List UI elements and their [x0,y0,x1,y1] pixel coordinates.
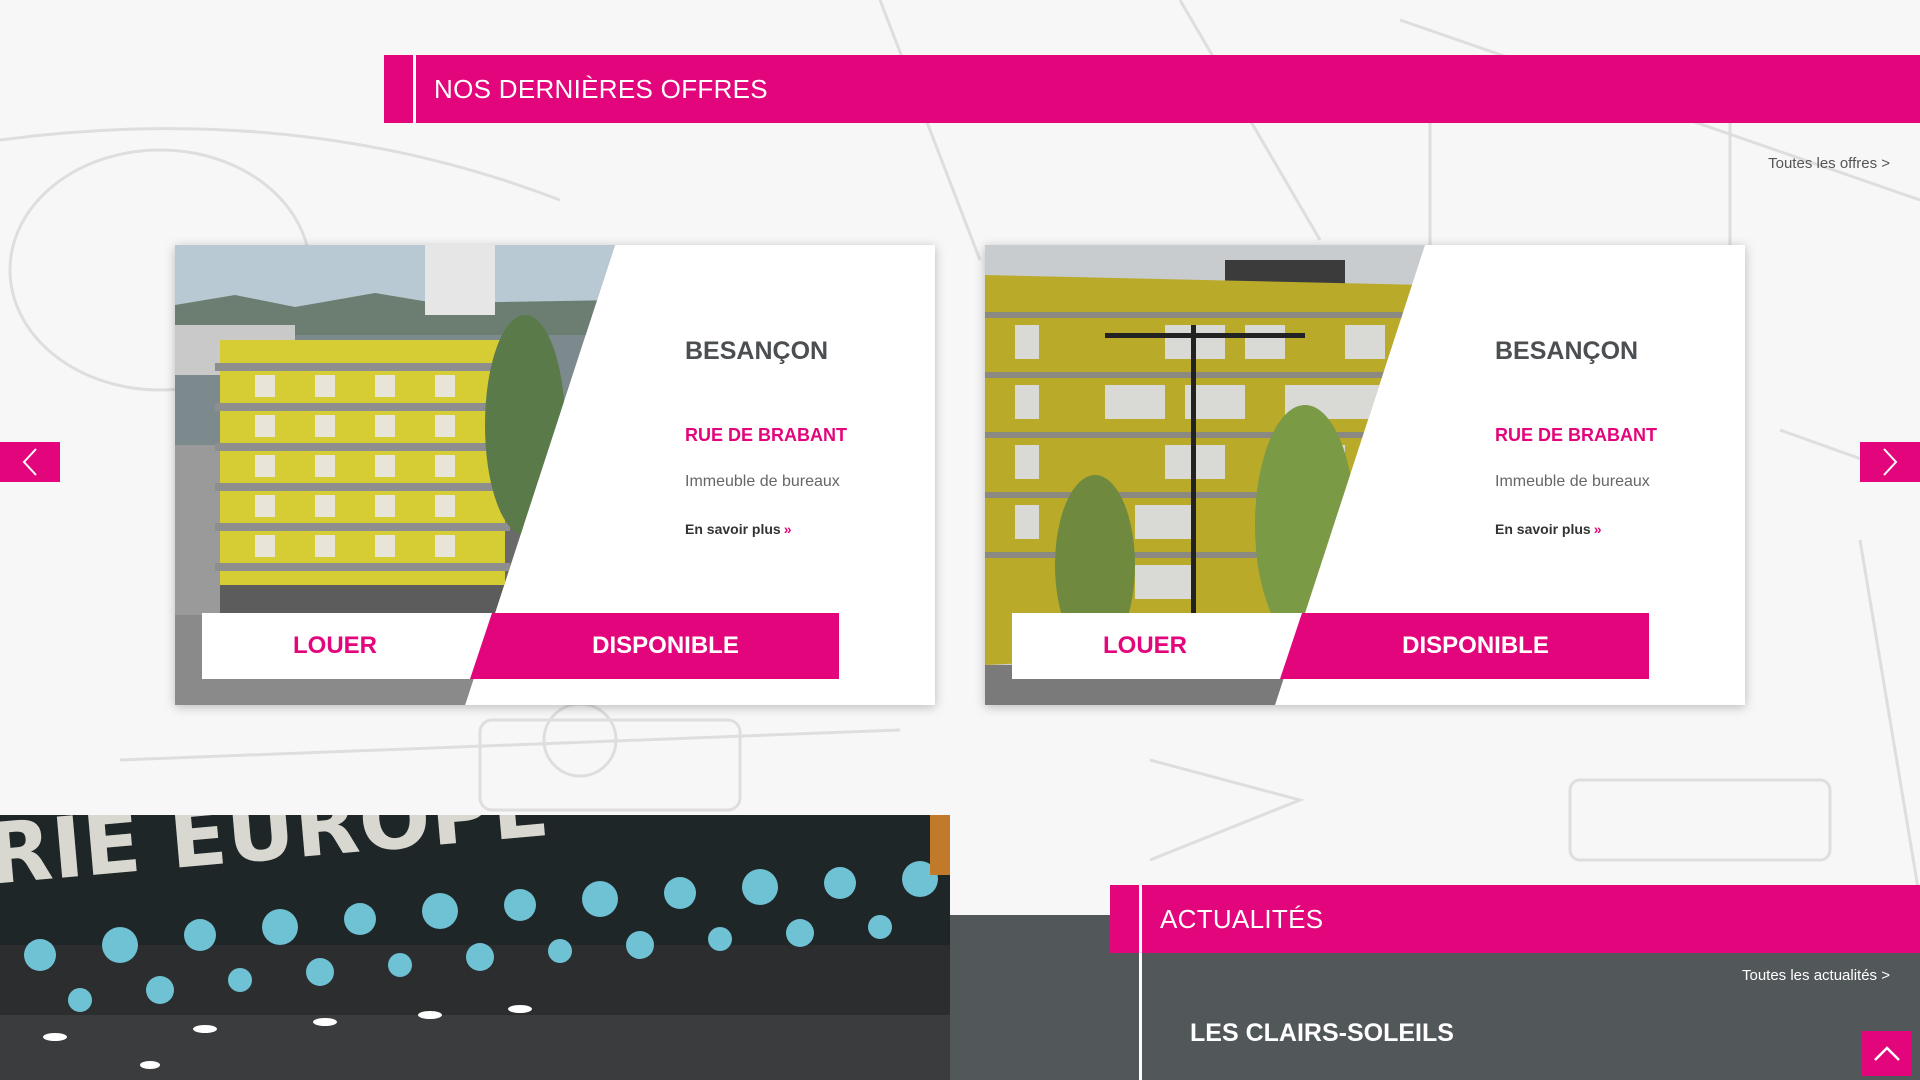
offer-street: RUE DE BRABANT [1495,425,1657,445]
offer-type: Immeuble de bureaux [685,473,840,490]
chevron-right-icon [1883,448,1898,476]
read-more-link[interactable]: En savoir plus» [685,521,792,537]
chevron-up-icon [1874,1045,1900,1061]
availability-badge[interactable]: DISPONIBLE [1280,613,1649,679]
double-chevron-right-icon: » [1593,521,1602,537]
rent-button[interactable]: LOUER [1012,613,1302,679]
carousel-prev-button[interactable] [0,442,60,482]
all-news-link[interactable]: Toutes les actualités > [1742,967,1890,984]
read-more-label: En savoir plus [1495,521,1591,537]
mall-sign-photo: RIE EUROPE [0,815,950,1080]
news-headline[interactable]: LES CLAIRS-SOLEILS [1190,1019,1454,1048]
back-to-top-button[interactable] [1862,1031,1912,1076]
read-more-link[interactable]: En savoir plus» [1495,521,1602,537]
chevron-left-icon [22,448,37,476]
news-section-title: ACTUALITÉS [1160,903,1324,934]
header-divider [1139,885,1142,953]
header-divider [413,55,416,123]
offer-city: BESANÇON [1495,337,1639,365]
offer-card[interactable]: BESANÇON RUE DE BRABANT Immeuble de bure… [175,245,935,705]
double-chevron-right-icon: » [783,521,792,537]
offer-street: RUE DE BRABANT [685,425,847,445]
all-offers-link[interactable]: Toutes les offres > [1768,155,1890,172]
offers-section-header: NOS DERNIÈRES OFFRES [384,55,1920,123]
rent-button[interactable]: LOUER [202,613,492,679]
news-section-header: ACTUALITÉS [1110,885,1920,953]
offer-city: BESANÇON [685,337,829,365]
availability-badge[interactable]: DISPONIBLE [470,613,839,679]
offer-type: Immeuble de bureaux [1495,473,1650,490]
read-more-label: En savoir plus [685,521,781,537]
offers-section-title: NOS DERNIÈRES OFFRES [434,73,768,104]
carousel-next-button[interactable] [1860,442,1920,482]
news-divider [1139,953,1142,1080]
offer-card[interactable]: BESANÇON RUE DE BRABANT Immeuble de bure… [985,245,1745,705]
news-photo: RIE EUROPE [0,815,950,1080]
